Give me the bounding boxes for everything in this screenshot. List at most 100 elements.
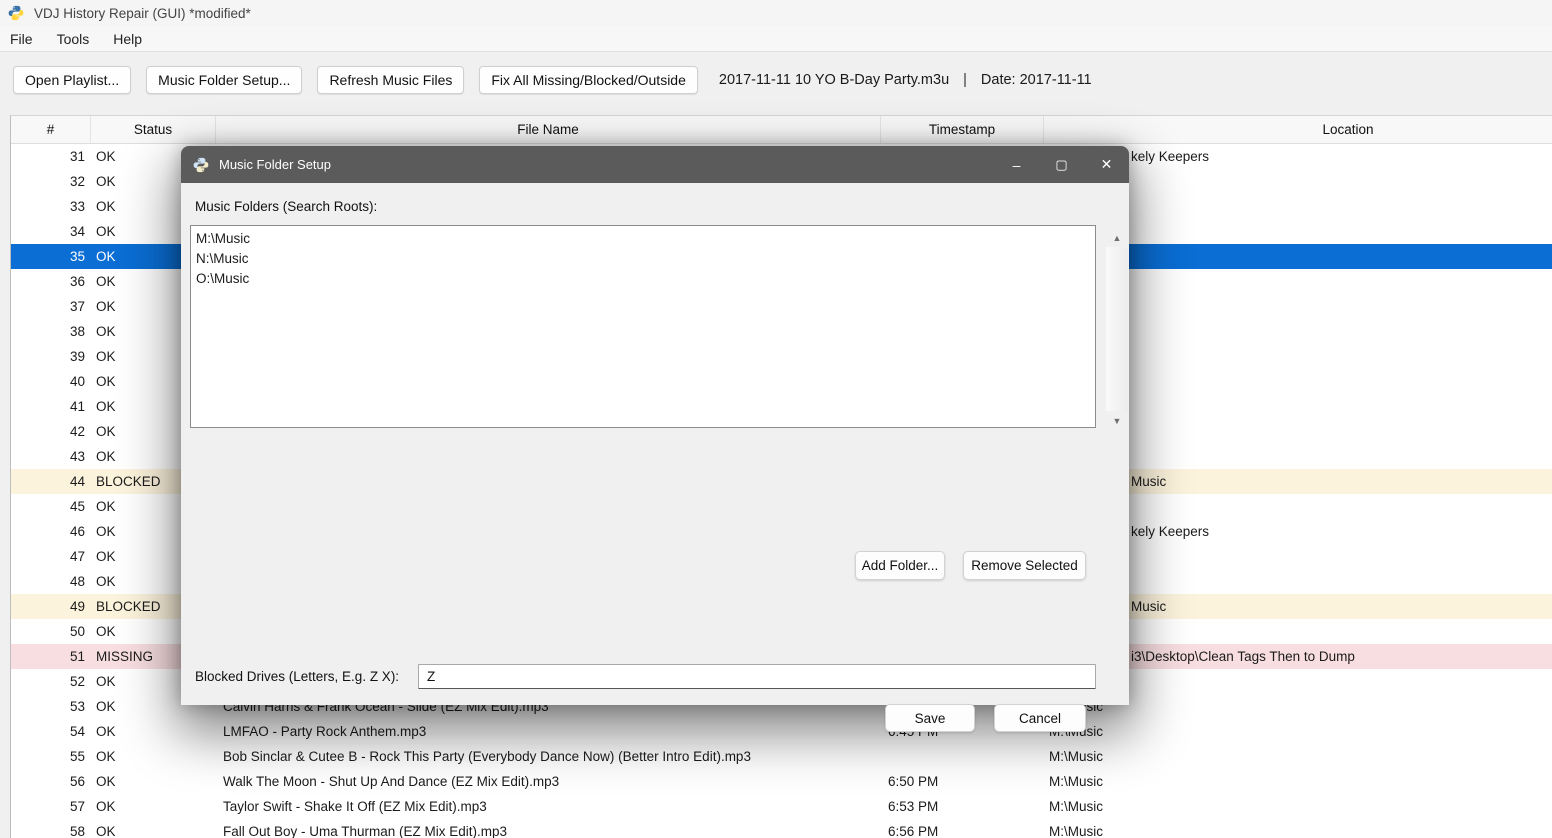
dialog-title: Music Folder Setup — [219, 157, 331, 172]
music-folder-setup-button[interactable]: Music Folder Setup... — [146, 66, 302, 94]
row-number: 54 — [11, 724, 91, 739]
menu-tools[interactable]: Tools — [57, 31, 90, 47]
row-timestamp: 6:50 PM — [881, 774, 1044, 789]
maximize-icon[interactable]: ▢ — [1039, 146, 1084, 183]
row-status: OK — [91, 774, 216, 789]
row-location: M:\Music — [1049, 749, 1103, 764]
python-logo-icon — [8, 5, 24, 21]
row-number: 48 — [11, 574, 91, 589]
row-number: 42 — [11, 424, 91, 439]
row-number: 38 — [11, 324, 91, 339]
row-location: Music — [1131, 599, 1166, 614]
row-number: 58 — [11, 824, 91, 838]
music-folders-listbox[interactable]: M:\MusicN:\MusicO:\Music — [190, 225, 1096, 428]
playlist-info: 2017-11-11 10 YO B-Day Party.m3u | Date:… — [719, 72, 1092, 88]
row-number: 33 — [11, 199, 91, 214]
dialog-body: Music Folders (Search Roots): M:\MusicN:… — [181, 183, 1129, 705]
row-number: 49 — [11, 599, 91, 614]
folder-item[interactable]: M:\Music — [196, 229, 1090, 249]
column-header-filename[interactable]: File Name — [216, 116, 881, 143]
row-number: 36 — [11, 274, 91, 289]
row-filename: Bob Sinclar & Cutee B - Rock This Party … — [216, 749, 881, 764]
playlist-date: Date: 2017-11-11 — [981, 72, 1092, 88]
row-filename: LMFAO - Party Rock Anthem.mp3 — [216, 724, 881, 739]
row-number: 57 — [11, 799, 91, 814]
row-number: 56 — [11, 774, 91, 789]
row-location: i3\Desktop\Clean Tags Then to Dump — [1131, 649, 1355, 664]
menu-help[interactable]: Help — [113, 31, 142, 47]
row-number: 53 — [11, 699, 91, 714]
row-number: 52 — [11, 674, 91, 689]
row-number: 34 — [11, 224, 91, 239]
scroll-up-icon[interactable]: ▲ — [1106, 228, 1128, 247]
column-header-num[interactable]: # — [11, 116, 91, 143]
row-location: Music — [1131, 474, 1166, 489]
refresh-music-files-button[interactable]: Refresh Music Files — [317, 66, 464, 94]
row-status: OK — [91, 749, 216, 764]
row-status: OK — [91, 824, 216, 838]
row-number: 43 — [11, 449, 91, 464]
menu-file[interactable]: File — [10, 31, 33, 47]
row-number: 50 — [11, 624, 91, 639]
python-logo-icon — [193, 157, 209, 173]
scroll-down-icon[interactable]: ▼ — [1106, 411, 1128, 430]
window-title: VDJ History Repair (GUI) *modified* — [34, 6, 251, 21]
row-filename: Taylor Swift - Shake It Off (EZ Mix Edit… — [216, 799, 881, 814]
column-header-location[interactable]: Location — [1044, 116, 1552, 143]
add-folder-button[interactable]: Add Folder... — [855, 551, 945, 580]
music-folders-label: Music Folders (Search Roots): — [195, 199, 377, 214]
row-status: OK — [91, 799, 216, 814]
remove-selected-button[interactable]: Remove Selected — [963, 551, 1086, 580]
column-header-status[interactable]: Status — [91, 116, 216, 143]
row-number: 55 — [11, 749, 91, 764]
row-location: M:\Music — [1049, 824, 1103, 838]
table-row[interactable]: 57 OK Taylor Swift - Shake It Off (EZ Mi… — [11, 794, 1552, 819]
blocked-drives-input[interactable] — [418, 664, 1096, 689]
row-number: 51 — [11, 649, 91, 664]
playlist-separator: | — [963, 72, 967, 88]
row-number: 37 — [11, 299, 91, 314]
fix-all-button[interactable]: Fix All Missing/Blocked/Outside — [479, 66, 698, 94]
table-row[interactable]: 54 OK LMFAO - Party Rock Anthem.mp3 6:45… — [11, 719, 1552, 744]
column-header-timestamp[interactable]: Timestamp — [881, 116, 1044, 143]
table-row[interactable]: 56 OK Walk The Moon - Shut Up And Dance … — [11, 769, 1552, 794]
menubar: File Tools Help — [0, 26, 1552, 52]
row-status: OK — [91, 724, 216, 739]
window-titlebar: VDJ History Repair (GUI) *modified* — [0, 0, 1552, 26]
row-number: 44 — [11, 474, 91, 489]
row-location: kely Keepers — [1131, 149, 1209, 164]
minimize-icon[interactable]: – — [994, 146, 1039, 183]
dialog-titlebar[interactable]: Music Folder Setup – ▢ ✕ — [181, 146, 1129, 183]
row-timestamp: 6:56 PM — [881, 824, 1044, 838]
blocked-drives-label: Blocked Drives (Letters, E.g. Z X): — [195, 669, 399, 684]
close-icon[interactable]: ✕ — [1084, 146, 1129, 183]
playlist-name: 2017-11-11 10 YO B-Day Party.m3u — [719, 72, 949, 88]
cancel-button[interactable]: Cancel — [994, 704, 1086, 732]
row-number: 39 — [11, 349, 91, 364]
row-location: kely Keepers — [1131, 524, 1209, 539]
folder-item[interactable]: O:\Music — [196, 269, 1090, 289]
music-folder-setup-dialog: Music Folder Setup – ▢ ✕ Music Folders (… — [181, 146, 1129, 705]
row-number: 32 — [11, 174, 91, 189]
row-number: 46 — [11, 524, 91, 539]
save-button[interactable]: Save — [885, 704, 975, 732]
scrollbar-trough[interactable] — [1106, 247, 1128, 411]
row-location: M:\Music — [1049, 799, 1103, 814]
row-filename: Fall Out Boy - Uma Thurman (EZ Mix Edit)… — [216, 824, 881, 838]
row-number: 47 — [11, 549, 91, 564]
table-header: # Status File Name Timestamp Location — [11, 116, 1552, 144]
open-playlist-button[interactable]: Open Playlist... — [13, 66, 131, 94]
table-row[interactable]: 55 OK Bob Sinclar & Cutee B - Rock This … — [11, 744, 1552, 769]
row-filename: Walk The Moon - Shut Up And Dance (EZ Mi… — [216, 774, 881, 789]
folder-item[interactable]: N:\Music — [196, 249, 1090, 269]
toolbar: Open Playlist... Music Folder Setup... R… — [0, 52, 1552, 108]
listbox-scrollbar[interactable]: ▲ ▼ — [1106, 228, 1128, 430]
dialog-window-controls: – ▢ ✕ — [994, 146, 1129, 183]
row-timestamp: 6:53 PM — [881, 799, 1044, 814]
row-number: 35 — [11, 249, 91, 264]
row-number: 41 — [11, 399, 91, 414]
row-location: M:\Music — [1049, 774, 1103, 789]
row-number: 31 — [11, 149, 91, 164]
row-number: 45 — [11, 499, 91, 514]
table-row[interactable]: 58 OK Fall Out Boy - Uma Thurman (EZ Mix… — [11, 819, 1552, 838]
